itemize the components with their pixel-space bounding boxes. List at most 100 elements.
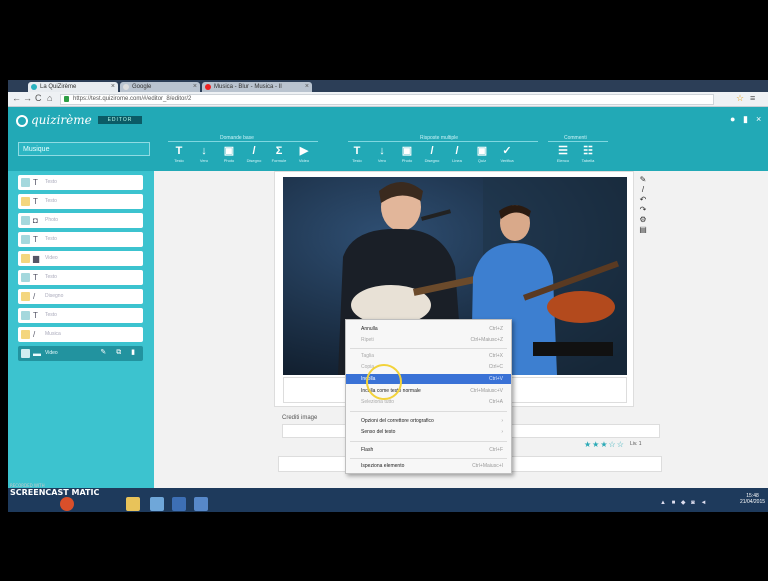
menu-item-spellcheck[interactable]: Opzioni del correttore ortografico ›	[346, 416, 511, 426]
item-icon	[21, 216, 30, 225]
save-icon[interactable]: ▤	[638, 225, 648, 235]
redo-icon[interactable]: ↷	[638, 205, 648, 215]
menu-item-cut[interactable]: Taglia Ctrl+X	[346, 351, 511, 361]
clock: 15:48 21/04/2015	[740, 493, 766, 505]
folder-icon[interactable]	[126, 497, 140, 511]
tool-mc-draw[interactable]: / Disegno	[421, 145, 443, 163]
url-input[interactable]: https://test.quizirome.com/#/editor_8/ed…	[60, 94, 714, 105]
item-icon	[21, 235, 30, 244]
difficulty-label: Liv. 1	[630, 441, 642, 447]
list-item[interactable]: ◘ Photo	[18, 213, 143, 228]
menu-item-undo[interactable]: Annulla Ctrl+Z	[346, 324, 511, 334]
back-icon[interactable]: ←	[12, 93, 21, 103]
tool-mc-check[interactable]: ✓ Verifica	[496, 145, 518, 163]
quiz-title-input[interactable]: Musique	[18, 142, 150, 156]
list-item[interactable]: T Testo	[18, 194, 143, 209]
group-divider	[168, 141, 318, 142]
list-item[interactable]: T Testo	[18, 175, 143, 190]
cursor-highlight	[366, 364, 402, 400]
tool-draw[interactable]: / Disegno	[243, 145, 265, 163]
list-item[interactable]: T Testo	[18, 232, 143, 247]
close-tab-icon[interactable]: ×	[305, 82, 309, 92]
tab-bar: La QuiZirème × Google × Musica - Blur - …	[8, 80, 768, 92]
item-icon	[21, 349, 30, 358]
edit-tools-column: ✎ / ↶ ↷ ⚙ ▤	[638, 175, 648, 265]
print-icon[interactable]: ▮	[743, 115, 751, 124]
app-icon[interactable]	[194, 497, 208, 511]
menu-icon[interactable]: ≡	[750, 93, 755, 103]
app-header: quizirème EDITOR ● ▮ ×	[8, 107, 768, 133]
group-divider	[348, 141, 538, 142]
menu-item-inspect[interactable]: Ispeziona elemento Ctrl+Maiusc+I	[346, 461, 511, 471]
item-icon	[21, 311, 30, 320]
pencil-icon[interactable]: ✎	[638, 175, 648, 185]
list-item[interactable]: / Musica	[18, 327, 143, 342]
tool-mc-photo[interactable]: ▣ Photo	[396, 145, 418, 163]
close-tab-icon[interactable]: ×	[111, 82, 115, 92]
tool-formula[interactable]: Σ Formule	[268, 145, 290, 163]
list-item[interactable]: T Testo	[18, 308, 143, 323]
menu-item-text-direction[interactable]: Senso del testo ›	[346, 427, 511, 437]
close-tab-icon[interactable]: ×	[193, 82, 197, 92]
app-logo[interactable]: quizirème	[16, 113, 92, 127]
chrome-icon[interactable]	[60, 497, 74, 511]
tool-list[interactable]: ☰ Elenco	[552, 145, 574, 163]
menu-item-select-all[interactable]: Seleziona tutto Ctrl+A	[346, 397, 511, 407]
list-item-active[interactable]: ▬ Video ✎ ⧉ ▮	[18, 346, 143, 361]
item-icon	[21, 197, 30, 206]
crediti-label: Crediti image	[282, 415, 318, 421]
group-divider	[548, 141, 608, 142]
tool-photo[interactable]: ▣ Photo	[218, 145, 240, 163]
tab-google[interactable]: Google ×	[120, 82, 200, 92]
tool-mc-truefalse[interactable]: ↓ Vero	[371, 145, 393, 163]
menu-separator	[350, 458, 507, 459]
star-icon[interactable]: ☆	[736, 93, 744, 104]
difficulty-stars[interactable]: ★★★☆☆	[584, 440, 625, 449]
item-icon	[21, 330, 30, 339]
tool-video[interactable]: ▶ Video	[293, 145, 315, 163]
tab-musica[interactable]: Musica - Blur - Musica - Il ×	[202, 82, 312, 92]
home-icon[interactable]: ⌂	[47, 93, 52, 103]
list-item[interactable]: ▆ Video	[18, 251, 143, 266]
item-icon	[21, 254, 30, 263]
lock-icon	[64, 96, 69, 102]
system-tray[interactable]: ▲ ■ ◆ ◙ ◄	[660, 499, 708, 506]
menu-separator	[350, 441, 507, 442]
tool-text[interactable]: T Testo	[168, 145, 190, 163]
tool-mc-text[interactable]: T Testo	[346, 145, 368, 163]
list-item[interactable]: T Testo	[18, 270, 143, 285]
list-item[interactable]: / Disegno	[18, 289, 143, 304]
menu-item-redo[interactable]: Ripeti Ctrl+Maiusc+Z	[346, 335, 511, 345]
editor-toolbar: Musique Domande base Risposte multiple C…	[8, 133, 768, 171]
close-icon[interactable]: ×	[756, 115, 764, 124]
app-icon[interactable]	[150, 497, 164, 511]
forward-icon[interactable]: →	[23, 93, 32, 103]
question-sidebar: T Testo T Testo ◘ Photo T Testo ▆ Video T Test…	[8, 171, 154, 500]
screencast-watermark: RECORDED WITH SCREENCAST MATIC	[10, 483, 100, 497]
tool-truefalse[interactable]: ↓ Vero	[193, 145, 215, 163]
tool-table[interactable]: ☷ Tabella	[577, 145, 599, 163]
os-taskbar	[8, 488, 768, 512]
app-icon[interactable]	[172, 497, 186, 511]
tool-mc-line[interactable]: / Linea	[446, 145, 468, 163]
logo-icon	[16, 114, 28, 127]
item-icon	[21, 178, 30, 187]
line-icon[interactable]: /	[638, 185, 648, 195]
reload-icon[interactable]: C	[35, 93, 42, 103]
tab-quizireme[interactable]: La QuiZirème ×	[28, 82, 118, 92]
menu-separator	[350, 411, 507, 412]
item-icon	[21, 292, 30, 301]
favicon-icon	[31, 84, 37, 90]
project-badge: EDITOR	[98, 116, 142, 124]
menu-item-flash[interactable]: Flash Ctrl+F	[346, 445, 511, 455]
context-menu: Annulla Ctrl+Z Ripeti Ctrl+Maiusc+Z Taglia…	[345, 319, 512, 474]
settings-icon[interactable]: ⚙	[638, 215, 648, 225]
help-icon[interactable]: ●	[730, 115, 738, 124]
tool-mc-quiz[interactable]: ▣ Quiz	[471, 145, 493, 163]
undo-icon[interactable]: ↶	[638, 195, 648, 205]
menu-separator	[350, 348, 507, 349]
item-actions[interactable]: ✎ ⧉ ▮	[100, 348, 139, 357]
address-bar-row: ← → C ⌂ https://test.quizirome.com/#/edi…	[8, 92, 768, 107]
favicon-icon	[205, 84, 211, 90]
item-icon	[21, 273, 30, 282]
